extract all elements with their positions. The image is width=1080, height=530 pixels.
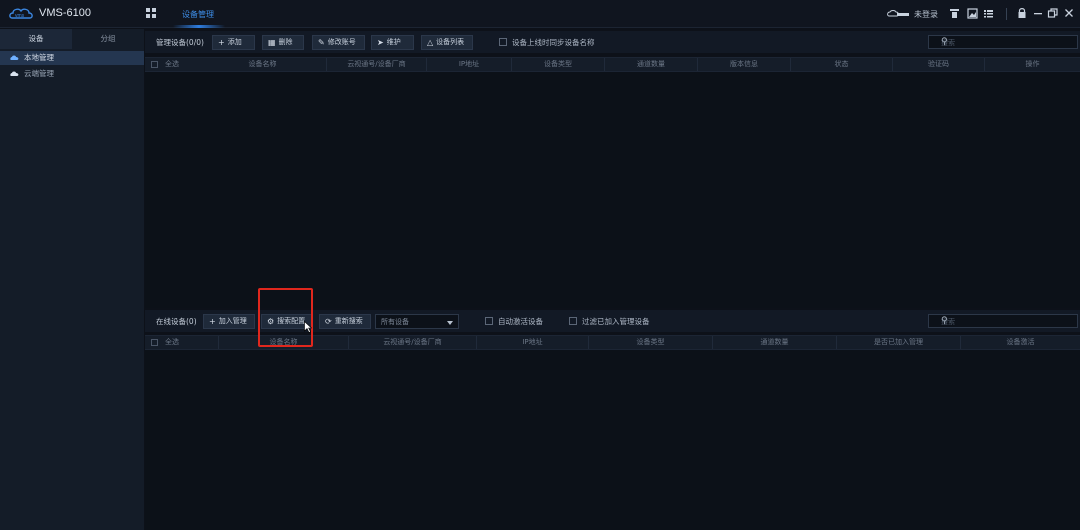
local-device-icon [10, 55, 19, 60]
col-device-type[interactable]: 设备类型 [589, 336, 713, 349]
col-cloud-id[interactable]: 云视通号/设备厂商 [327, 58, 427, 71]
col-channels[interactable]: 通道数量 [605, 58, 698, 71]
col-select-all: 全选 [165, 60, 179, 68]
plus-icon: + [218, 38, 225, 47]
add-button[interactable]: + 添加 [212, 35, 255, 50]
minimize-icon[interactable] [1032, 7, 1044, 19]
col-device-type[interactable]: 设备类型 [512, 58, 605, 71]
divider [1006, 8, 1007, 20]
pencil-icon: ✎ [318, 38, 325, 47]
col-actions[interactable]: 操作 [985, 58, 1080, 71]
delete-button[interactable]: ▦ 删除 [262, 35, 304, 50]
sidebar-item-label: 本地管理 [24, 53, 54, 62]
add-to-management-button[interactable]: + 加入管理 [203, 314, 255, 329]
managed-devices-title: 管理设备(0/0) [156, 38, 204, 47]
trash-icon: ▦ [268, 38, 276, 47]
col-version[interactable]: 版本信息 [698, 58, 791, 71]
col-channels[interactable]: 通道数量 [713, 336, 837, 349]
modify-account-button[interactable]: ✎ 修改账号 [312, 35, 365, 50]
device-list-button[interactable]: △ 设备列表 [421, 35, 473, 50]
managed-search-input[interactable]: 搜索 ⚲ [928, 35, 1078, 49]
login-status[interactable]: 未登录 [914, 9, 938, 20]
col-added[interactable]: 是否已加入管理 [837, 336, 961, 349]
svg-text:vms: vms [15, 13, 25, 19]
search-icon[interactable]: ⚲ [941, 37, 1073, 47]
col-ip[interactable]: IP地址 [477, 336, 589, 349]
col-activation[interactable]: 设备激活 [961, 336, 1080, 349]
col-select-all: 全选 [161, 336, 219, 349]
sidebar: 设备 分组 本地管理 云端管理 [0, 29, 144, 530]
managed-devices-toolbar: 管理设备(0/0) + 添加 ▦ 删除 ✎ 修改账号 ➤ 维护 △ 设备列表 设… [145, 31, 1080, 53]
tab-label: 设备管理 [182, 10, 214, 19]
vms-logo-icon: vms [9, 8, 33, 19]
plus-icon: + [209, 317, 216, 326]
lock-icon[interactable] [1016, 7, 1028, 19]
col-ip[interactable]: IP地址 [427, 58, 512, 71]
maintain-button[interactable]: ➤ 维护 [371, 35, 414, 50]
home-grid-icon[interactable] [146, 8, 156, 18]
online-table-body [145, 350, 1080, 530]
list-icon: △ [427, 38, 434, 47]
auto-activate-label: 自动激活设备 [498, 317, 543, 326]
col-status[interactable]: 状态 [791, 58, 893, 71]
col-device-name[interactable]: 设备名称 [199, 58, 327, 71]
auto-activate-checkbox[interactable] [485, 317, 493, 325]
online-search-input[interactable]: 搜索 ⚲ [928, 314, 1078, 328]
research-button[interactable]: ⟳ 重新搜索 [319, 314, 371, 329]
filter-added-checkbox[interactable] [569, 317, 577, 325]
close-icon[interactable] [1063, 7, 1075, 19]
refresh-icon: ⟳ [325, 317, 332, 326]
sidebar-tab-device[interactable]: 设备 [0, 29, 72, 49]
col-verify-code[interactable]: 验证码 [893, 58, 985, 71]
chevron-down-icon [447, 321, 453, 325]
sidebar-tab-group[interactable]: 分组 [72, 29, 144, 49]
managed-table-body [145, 72, 1080, 308]
sidebar-item-local-management[interactable]: 本地管理 [0, 51, 144, 65]
sync-name-checkbox[interactable] [499, 38, 507, 46]
title-bar: vms VMS-6100 设备管理 未登录 [0, 0, 1080, 28]
search-icon[interactable]: ⚲ [941, 316, 1073, 326]
sidebar-item-label: 云端管理 [24, 69, 54, 78]
device-filter-select[interactable]: 所有设备 [375, 314, 459, 329]
col-cloud-id[interactable]: 云视通号/设备厂商 [349, 336, 477, 349]
select-all-checkbox[interactable] [151, 339, 158, 346]
menu-list-icon[interactable] [983, 8, 994, 19]
tab-device-management[interactable]: 设备管理 [173, 0, 225, 28]
highlight-box [258, 288, 313, 347]
select-all-checkbox[interactable] [151, 61, 158, 68]
managed-table-header: 全选 设备名称 云视通号/设备厂商 IP地址 设备类型 通道数量 版本信息 状态… [145, 57, 1080, 72]
restore-icon[interactable] [1047, 7, 1059, 19]
sidebar-tabs: 设备 分组 [0, 29, 144, 49]
sidebar-item-cloud-management[interactable]: 云端管理 [0, 67, 144, 81]
image-icon[interactable] [967, 8, 978, 19]
online-devices-title: 在线设备(0) [156, 317, 197, 326]
tab-active-indicator [173, 25, 225, 28]
filter-added-label: 过滤已加入管理设备 [582, 317, 650, 326]
user-icon[interactable] [949, 8, 960, 19]
brand-logo-icon [887, 10, 909, 17]
cloud-icon [10, 71, 19, 76]
mouse-cursor-icon [304, 321, 312, 333]
sync-name-label: 设备上线时同步设备名称 [512, 38, 595, 47]
app-title: VMS-6100 [39, 7, 91, 19]
wrench-icon: ➤ [377, 38, 384, 47]
